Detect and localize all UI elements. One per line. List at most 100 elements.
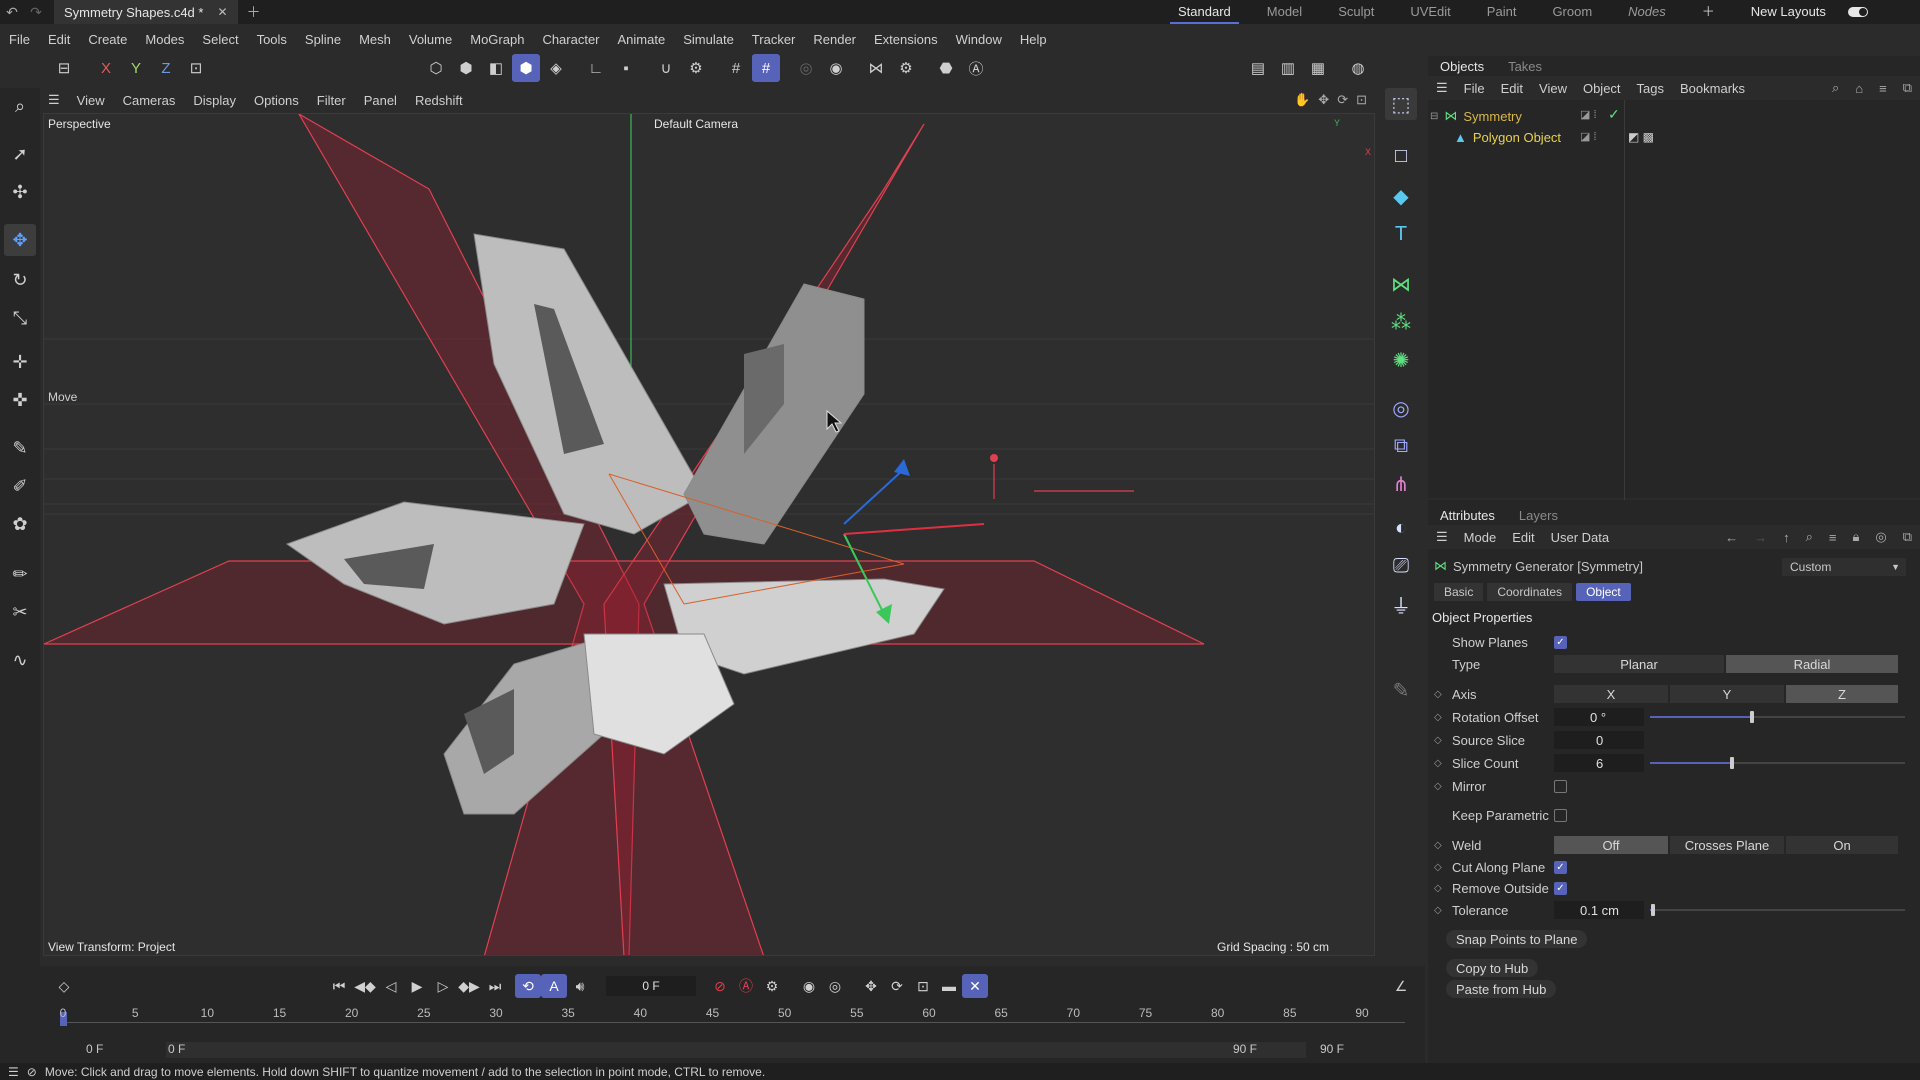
live-selection-icon[interactable]: ✣ <box>4 176 36 208</box>
search-icon[interactable]: ⌕ <box>4 90 36 122</box>
slice-count-field[interactable]: 6 <box>1554 754 1644 772</box>
scale-tool-icon[interactable]: ⤡ <box>4 302 36 334</box>
axis-y-button[interactable]: Y <box>1670 685 1784 703</box>
layout-tab-nodes[interactable]: Nodes <box>1610 0 1684 24</box>
world-coordinates-icon[interactable]: ⊡ <box>182 54 210 82</box>
range-start-field[interactable]: 0 F <box>86 1042 103 1056</box>
attributes-menu-user-data[interactable]: User Data <box>1543 530 1618 545</box>
layout-tab-model[interactable]: Model <box>1249 0 1320 24</box>
attributes-menu-mode[interactable]: Mode <box>1456 530 1505 545</box>
close-tab-icon[interactable]: ✕ <box>217 5 227 19</box>
viewport-menu-view[interactable]: View <box>68 93 114 108</box>
forward-arrow-icon[interactable]: → <box>1746 530 1775 545</box>
menu-select[interactable]: Select <box>193 32 247 47</box>
polygons-mode-icon[interactable]: ◧ <box>482 54 510 82</box>
toggle-switch[interactable] <box>1847 7 1868 17</box>
keyframe-diamond-icon[interactable]: ◇ <box>1434 735 1448 746</box>
scene-node-icon[interactable]: ⋔ <box>1385 468 1417 500</box>
file-tab[interactable]: Symmetry Shapes.c4d * ✕ <box>54 0 238 24</box>
subtab-basic[interactable]: Basic <box>1434 583 1484 601</box>
render-picture-viewer-icon[interactable]: ▥ <box>1274 54 1302 82</box>
rotate-tool-icon[interactable]: ↻ <box>4 264 36 296</box>
objects-menu-bookmarks[interactable]: Bookmarks <box>1672 81 1753 96</box>
menu-tracker[interactable]: Tracker <box>743 32 805 47</box>
f-curve-icon[interactable]: ∠ <box>1388 974 1414 998</box>
menu-create[interactable]: Create <box>79 32 136 47</box>
viewport-hamburger-icon[interactable]: ☰ <box>40 92 68 108</box>
layout-tab-sculpt[interactable]: Sculpt <box>1320 0 1392 24</box>
z-axis-lock-icon[interactable]: Z <box>152 54 180 82</box>
texture-mode-icon[interactable]: ◈ <box>542 54 570 82</box>
menu-volume[interactable]: Volume <box>400 32 461 47</box>
next-frame-icon[interactable]: ▷ <box>430 974 456 998</box>
enabled-check-icon[interactable]: ✓ <box>1608 106 1620 123</box>
x-axis-lock-icon[interactable]: X <box>92 54 120 82</box>
search-icon[interactable]: ⌕ <box>1798 529 1821 545</box>
filter-icon[interactable]: ≡ <box>1821 530 1845 545</box>
objects-menu-view[interactable]: View <box>1531 81 1575 96</box>
previous-key-icon[interactable]: ◀◆ <box>352 974 378 998</box>
move-view-icon[interactable]: ✥ <box>1318 92 1329 108</box>
tag-icons[interactable]: ◩ ▩ <box>1628 130 1654 144</box>
redo-icon[interactable]: ↷ <box>24 0 48 24</box>
menu-mesh[interactable]: Mesh <box>350 32 400 47</box>
tree-item-polygon-object[interactable]: ▲ Polygon Object <box>1454 130 1561 145</box>
axis-z-button[interactable]: Z <box>1786 685 1898 703</box>
attributes-menu-edit[interactable]: Edit <box>1504 530 1542 545</box>
null-object-icon[interactable]: □ <box>1385 140 1417 172</box>
loop-icon[interactable]: ⟲ <box>515 974 541 998</box>
range-slider[interactable] <box>166 1042 1306 1058</box>
type-planar-button[interactable]: Planar <box>1554 655 1724 673</box>
menu-edit[interactable]: Edit <box>39 32 79 47</box>
tolerance-field[interactable]: 0.1 cm <box>1554 901 1644 919</box>
text-spline-icon[interactable]: T <box>1385 218 1417 250</box>
back-arrow-icon[interactable]: ← <box>1717 530 1746 545</box>
weld-crosses-plane-button[interactable]: Crosses Plane <box>1670 836 1784 854</box>
symmetry-settings-icon[interactable]: ⚙ <box>892 54 920 82</box>
play-icon[interactable]: ▶ <box>404 974 430 998</box>
keyframe-diamond-icon[interactable]: ◇ <box>1434 883 1448 894</box>
search-icon[interactable]: ⌕ <box>1824 80 1847 96</box>
viewport-menu-panel[interactable]: Panel <box>355 93 406 108</box>
subtab-coordinates[interactable]: Coordinates <box>1487 583 1573 601</box>
source-slice-field[interactable]: 0 <box>1554 731 1644 749</box>
spline-paint-icon[interactable]: ✐ <box>4 470 36 502</box>
new-window-icon[interactable]: ⧉ <box>1895 80 1920 96</box>
cut-along-plane-checkbox[interactable]: ✓ <box>1554 860 1567 874</box>
keyframe-diamond-icon[interactable]: ◇ <box>1434 781 1448 792</box>
light-object-icon[interactable]: ⏚ <box>1385 588 1417 620</box>
menu-help[interactable]: Help <box>1011 32 1056 47</box>
menu-extensions[interactable]: Extensions <box>865 32 947 47</box>
copy-to-hub-button[interactable]: Copy to Hub <box>1446 959 1539 977</box>
camera-label[interactable]: Default Camera <box>654 117 738 131</box>
menu-spline[interactable]: Spline <box>296 32 350 47</box>
menu-file[interactable]: File <box>0 32 39 47</box>
mirror-checkbox[interactable] <box>1554 779 1567 793</box>
cursor-mode-icon[interactable]: ⬚ <box>1385 88 1417 120</box>
rotation-offset-slider[interactable] <box>1650 708 1905 726</box>
select-tool-icon[interactable]: ➚ <box>4 138 36 170</box>
environment-icon[interactable]: ◐ <box>1385 512 1417 544</box>
objects-menu-file[interactable]: File <box>1456 81 1493 96</box>
tab-objects[interactable]: Objects <box>1428 59 1496 74</box>
objects-menu-object[interactable]: Object <box>1575 81 1629 96</box>
menu-mograph[interactable]: MoGraph <box>461 32 533 47</box>
tab-layers[interactable]: Layers <box>1507 508 1570 523</box>
cloner-icon[interactable]: ⁂ <box>1385 306 1417 338</box>
render-region-icon[interactable]: ◎ <box>792 54 820 82</box>
keyframe-diamond-icon[interactable]: ◇ <box>51 974 77 998</box>
new-layouts-button[interactable]: New Layouts <box>1733 0 1844 24</box>
scene-canvas[interactable] <box>44 114 1375 956</box>
snap-magnet-icon[interactable]: ∪ <box>652 54 680 82</box>
layout-tab-standard[interactable]: Standard <box>1160 0 1249 24</box>
paste-from-hub-button[interactable]: Paste from Hub <box>1446 980 1557 998</box>
preset-dropdown[interactable]: Custom ▼ <box>1782 558 1906 576</box>
keyframe-diamond-icon[interactable]: ◇ <box>1434 905 1448 916</box>
menu-modes[interactable]: Modes <box>136 32 193 47</box>
viewport-menu-filter[interactable]: Filter <box>308 93 355 108</box>
field-icon[interactable]: ⧉ <box>1385 430 1417 462</box>
up-arrow-icon[interactable]: ↑ <box>1775 530 1798 545</box>
record-param-icon[interactable]: ⟳ <box>884 974 910 998</box>
menu-window[interactable]: Window <box>947 32 1011 47</box>
objects-menu-edit[interactable]: Edit <box>1493 81 1531 96</box>
